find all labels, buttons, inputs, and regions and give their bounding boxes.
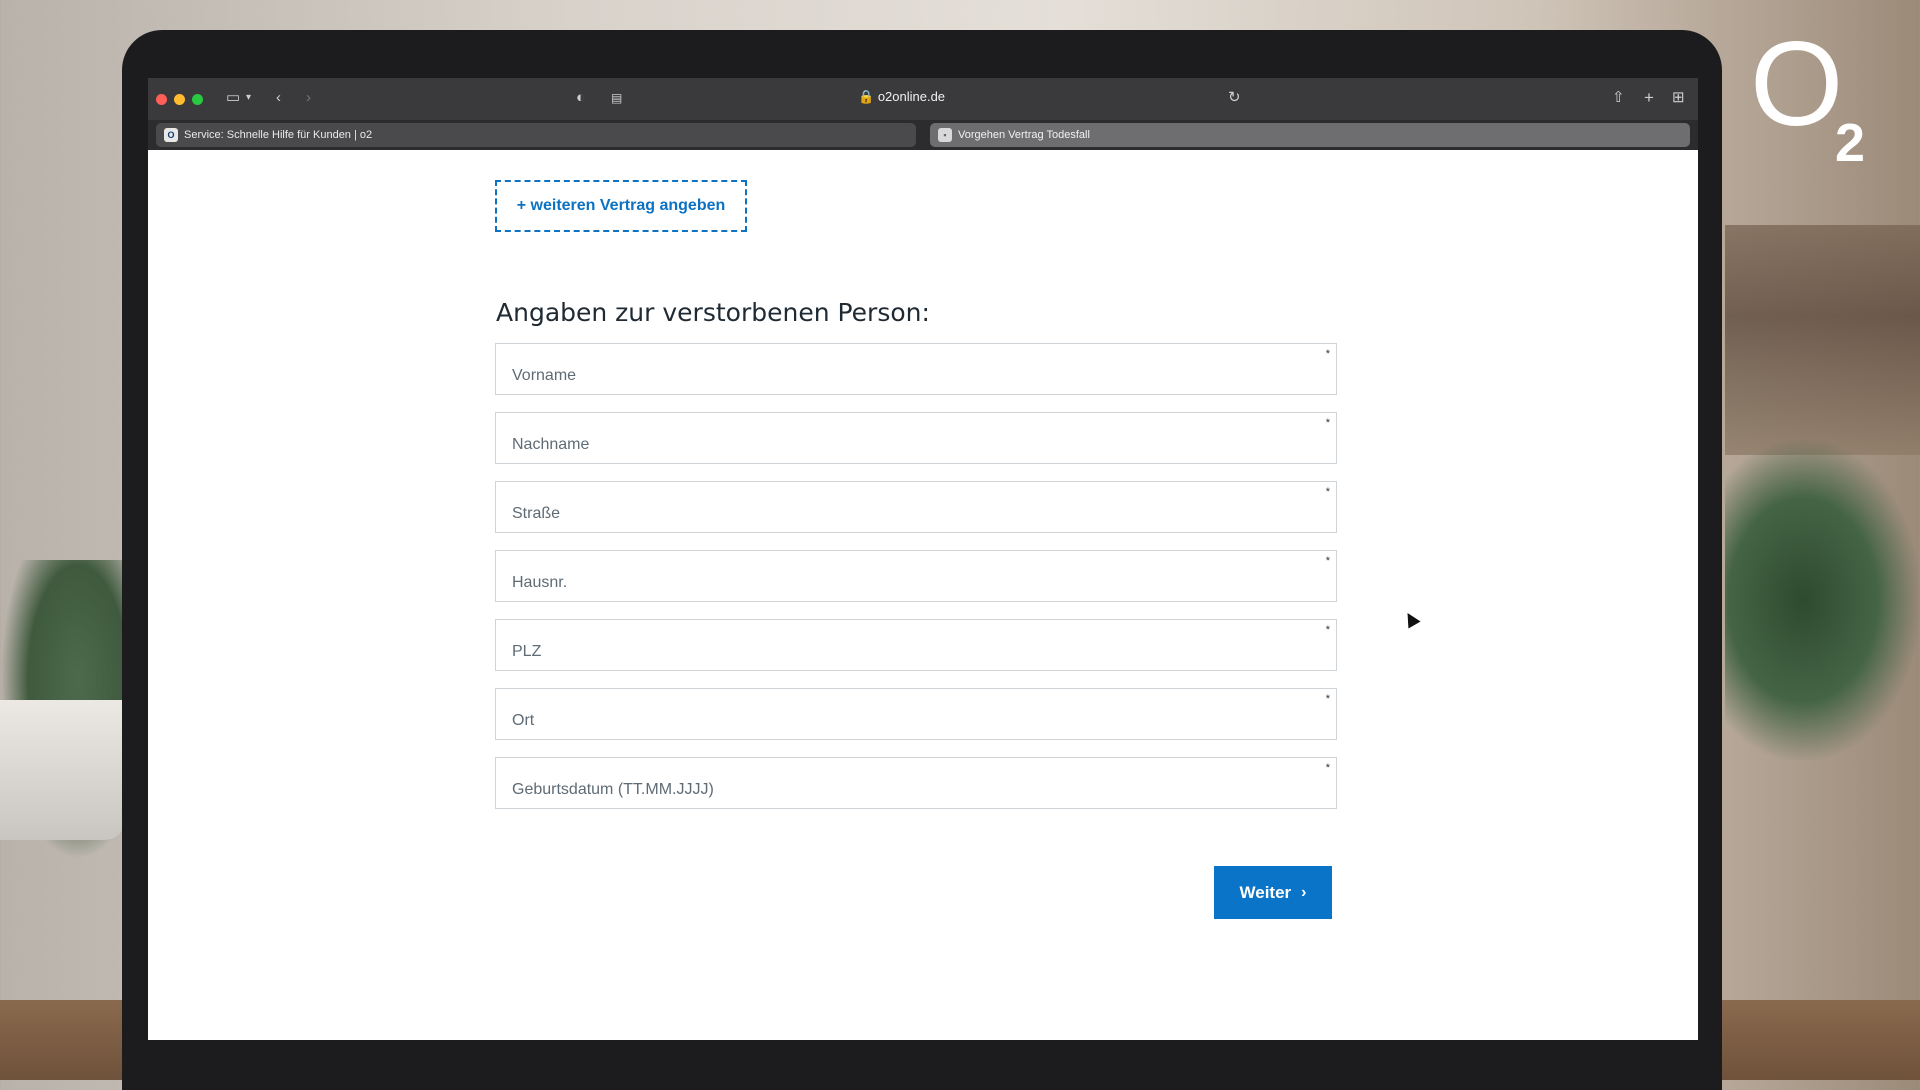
zoom-window-button[interactable] <box>192 94 203 105</box>
section-title: Angaben zur verstorbenen Person: <box>496 298 930 327</box>
required-marker: * <box>1325 417 1330 429</box>
last-name-input[interactable] <box>496 413 1336 463</box>
shield-icon[interactable]: ◐ <box>576 88 585 108</box>
house-number-input[interactable] <box>496 551 1336 601</box>
browser-window: ▭ ▾ ‹ › ◐ ▤ 🔒 o2online.de ↻ ⇧ + ⊞ O Serv… <box>148 78 1698 1040</box>
browser-toolbar: ▭ ▾ ‹ › ◐ ▤ 🔒 o2online.de ↻ ⇧ + ⊞ <box>148 78 1698 120</box>
required-marker: * <box>1325 555 1330 567</box>
postal-code-input[interactable] <box>496 620 1336 670</box>
background-plant-right <box>1725 440 1920 760</box>
o2-logo: O 2 <box>1750 24 1900 173</box>
city-field[interactable]: * <box>495 688 1337 740</box>
street-input[interactable] <box>496 482 1336 532</box>
tab-label: Service: Schnelle Hilfe für Kunden | o2 <box>184 129 373 141</box>
city-input[interactable] <box>496 689 1336 739</box>
background-shelf <box>1725 225 1920 455</box>
sidebar-icon[interactable]: ▭ <box>226 88 240 108</box>
mouse-cursor <box>1401 609 1421 629</box>
page-favicon-icon: ▪ <box>938 128 952 142</box>
chevron-down-icon[interactable]: ▾ <box>246 88 251 108</box>
o2-favicon-icon: O <box>164 128 178 142</box>
close-window-button[interactable] <box>156 94 167 105</box>
tab-label: Vorgehen Vertrag Todesfall <box>958 129 1090 141</box>
minimize-window-button[interactable] <box>174 94 185 105</box>
share-icon[interactable]: ⇧ <box>1612 88 1625 108</box>
add-contract-button[interactable]: + weiteren Vertrag angeben <box>495 180 747 232</box>
house-number-field[interactable]: * <box>495 550 1337 602</box>
address-bar[interactable]: 🔒 o2online.de <box>858 89 945 105</box>
required-marker: * <box>1325 624 1330 636</box>
required-marker: * <box>1325 693 1330 705</box>
background-pot-left <box>0 700 125 840</box>
page-content: + weiteren Vertrag angeben Angaben zur v… <box>148 150 1698 1040</box>
tab-bar: O Service: Schnelle Hilfe für Kunden | o… <box>148 120 1698 150</box>
required-marker: * <box>1325 348 1330 360</box>
reader-icon[interactable]: ▤ <box>611 88 622 108</box>
required-marker: * <box>1325 486 1330 498</box>
new-tab-icon[interactable]: + <box>1644 88 1654 108</box>
tab-overview-icon[interactable]: ⊞ <box>1672 88 1685 108</box>
logo-subscript: 2 <box>1835 113 1866 173</box>
next-button[interactable]: Weiter › <box>1214 866 1332 919</box>
postal-code-field[interactable]: * <box>495 619 1337 671</box>
last-name-field[interactable]: * <box>495 412 1337 464</box>
forward-icon[interactable]: › <box>306 88 311 108</box>
street-field[interactable]: * <box>495 481 1337 533</box>
birth-date-input[interactable] <box>496 758 1336 808</box>
reload-icon[interactable]: ↻ <box>1228 88 1241 108</box>
birth-date-field[interactable]: * <box>495 757 1337 809</box>
chevron-right-icon: › <box>1301 883 1307 901</box>
tab-vorgehen[interactable]: ▪ Vorgehen Vertrag Todesfall <box>930 123 1690 147</box>
first-name-input[interactable] <box>496 344 1336 394</box>
back-icon[interactable]: ‹ <box>276 88 281 108</box>
required-marker: * <box>1325 762 1330 774</box>
first-name-field[interactable]: * <box>495 343 1337 395</box>
tab-service[interactable]: O Service: Schnelle Hilfe für Kunden | o… <box>156 123 916 147</box>
next-button-label: Weiter <box>1239 882 1292 902</box>
url-text: o2online.de <box>877 89 946 104</box>
logo-letter: O <box>1750 17 1844 151</box>
